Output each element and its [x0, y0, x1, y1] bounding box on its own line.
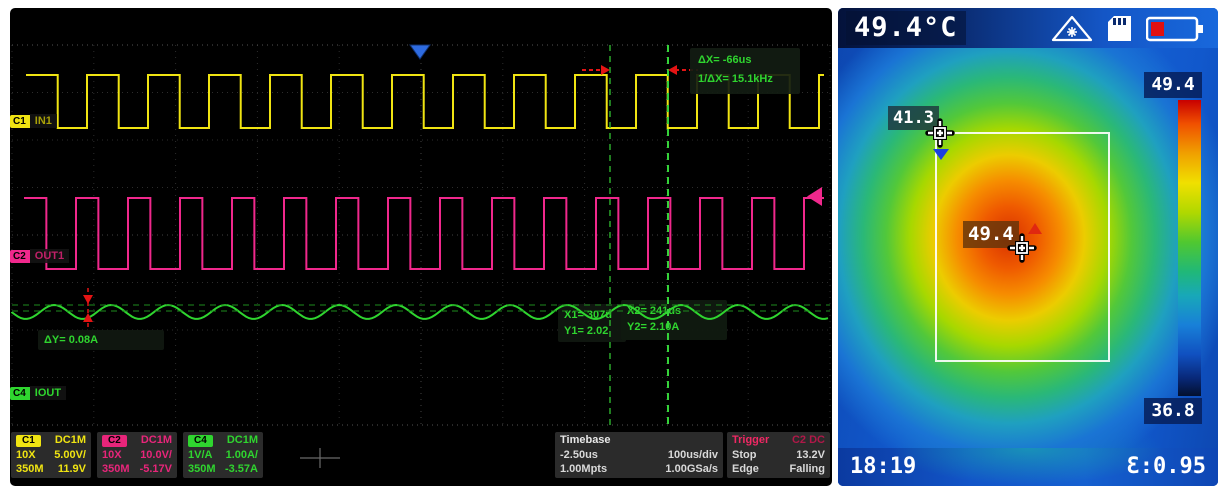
channel1-badge: C1	[16, 435, 41, 447]
trigger-source: C2 DC	[792, 434, 825, 447]
channel4-tag-badge: C4	[10, 387, 30, 400]
channel4-info-box[interactable]: C4 DC1M 1V/A 1.00A/ 350M -3.57A	[183, 432, 263, 478]
channel2-info-box[interactable]: C2 DC1M 10X 10.0V/ 350M -5.17V	[97, 432, 177, 478]
oscilloscope-panel: X1= 307u Y1= 2.02 X2= 241us Y2= 2.10A ΔY…	[10, 8, 832, 486]
timebase-memory: 1.00Mpts	[560, 463, 607, 476]
thermal-camera-panel: 49.4°C	[838, 8, 1218, 486]
channel4-attenuation: 1V/A	[188, 449, 212, 462]
cursor-readout-x1y1: X1= 307u Y1= 2.02	[558, 304, 626, 342]
min-temp-crosshair-icon[interactable]	[925, 118, 955, 148]
channel4-trace-label: IOUT	[30, 386, 66, 400]
cursor-freq-value: 1/ΔX= 15.1kHz	[698, 70, 792, 89]
current-temperature-readout: 49.4°C	[846, 11, 966, 45]
scale-max-label: 49.4	[1144, 72, 1202, 98]
cursor-readout-dy: ΔY= 0.08A	[38, 330, 164, 350]
channel1-offset: 11.9V	[58, 463, 86, 476]
trigger-info-box[interactable]: Trigger C2 DC Stop 13.2V Edge Falling	[727, 432, 830, 478]
timebase-scale: 100us/div	[668, 449, 718, 462]
channel1-coupling: DC1M	[55, 434, 86, 447]
temperature-color-scale	[1178, 100, 1201, 396]
channel4-trace-tag[interactable]: C4 IOUT	[10, 385, 66, 401]
battery-low-icon	[1146, 16, 1204, 42]
sd-card-icon	[1107, 15, 1132, 42]
trigger-level: 13.2V	[796, 449, 825, 462]
laser-warning-icon	[1051, 15, 1093, 42]
timebase-sample-rate: 1.00GSa/s	[665, 463, 718, 476]
channel4-scale: 1.00A/	[226, 449, 258, 462]
scope-status-bar: C1 DC1M 10X 5.00V/ 350M 11.9V C2 DC1M 10X 10.…	[10, 432, 832, 478]
cursor-dx-value: ΔX= -66us	[698, 51, 792, 70]
hot-temp-crosshair-icon[interactable]	[1007, 233, 1037, 263]
scale-min-label: 36.8	[1144, 398, 1202, 424]
channel1-tag-badge: C1	[10, 115, 30, 128]
channel1-attenuation: 10X	[16, 449, 36, 462]
channel1-scale: 5.00V/	[54, 449, 86, 462]
thermal-top-bar: 49.4°C	[838, 8, 1218, 48]
channel4-coupling: DC1M	[227, 434, 258, 447]
channel1-trace-label: IN1	[30, 114, 57, 128]
emissivity-readout: Ɛ:0.95	[1127, 448, 1206, 486]
channel1-trace-tag[interactable]: C1 IN1	[10, 113, 57, 129]
channel2-offset: -5.17V	[140, 463, 172, 476]
channel2-badge: C2	[102, 435, 127, 447]
cursor-readout-x2y2: X2= 241us Y2= 2.10A	[621, 300, 727, 340]
channel2-trace-tag[interactable]: C2 OUT1	[10, 248, 69, 264]
channel2-bandwidth: 350M	[102, 463, 130, 476]
channel2-trace-label: OUT1	[30, 249, 69, 263]
channel1-info-box[interactable]: C1 DC1M 10X 5.00V/ 350M 11.9V	[11, 432, 91, 478]
screenshot-root: X1= 307u Y1= 2.02 X2= 241us Y2= 2.10A ΔY…	[0, 0, 1221, 494]
min-marker-arrow-down	[933, 149, 949, 160]
crosshair-plus-icon	[298, 444, 342, 472]
channel2-coupling: DC1M	[141, 434, 172, 447]
trigger-title: Trigger	[732, 434, 769, 447]
timebase-info-box[interactable]: Timebase -2.50us 100us/div 1.00Mpts 1.00GS…	[555, 432, 723, 478]
timebase-delay: -2.50us	[560, 449, 598, 462]
cursor-readout-dx: ΔX= -66us 1/ΔX= 15.1kHz	[690, 48, 800, 94]
channel2-tag-badge: C2	[10, 250, 30, 263]
trigger-slope: Falling	[790, 463, 825, 476]
clock-readout: 18:19	[850, 448, 916, 486]
hot-marker-arrow-up	[1028, 223, 1042, 234]
channel4-badge: C4	[188, 435, 213, 447]
channel2-scale: 10.0V/	[140, 449, 172, 462]
channel4-bandwidth: 350M	[188, 463, 216, 476]
chann4-offset: -3.57A	[225, 463, 258, 476]
cursor-y1-value: Y1= 2.02	[564, 323, 620, 339]
thermal-bottom-bar: 18:19 Ɛ:0.95	[838, 448, 1218, 486]
timebase-title: Timebase	[560, 434, 611, 447]
trigger-status: Stop	[732, 449, 756, 462]
cursor-x2-value: X2= 241us	[627, 303, 721, 319]
trigger-type: Edge	[732, 463, 759, 476]
cursor-y2-value: Y2= 2.10A	[627, 319, 721, 335]
channel2-attenuation: 10X	[102, 449, 122, 462]
channel1-bandwidth: 350M	[16, 463, 44, 476]
cursor-x1-value: X1= 307u	[564, 307, 620, 323]
